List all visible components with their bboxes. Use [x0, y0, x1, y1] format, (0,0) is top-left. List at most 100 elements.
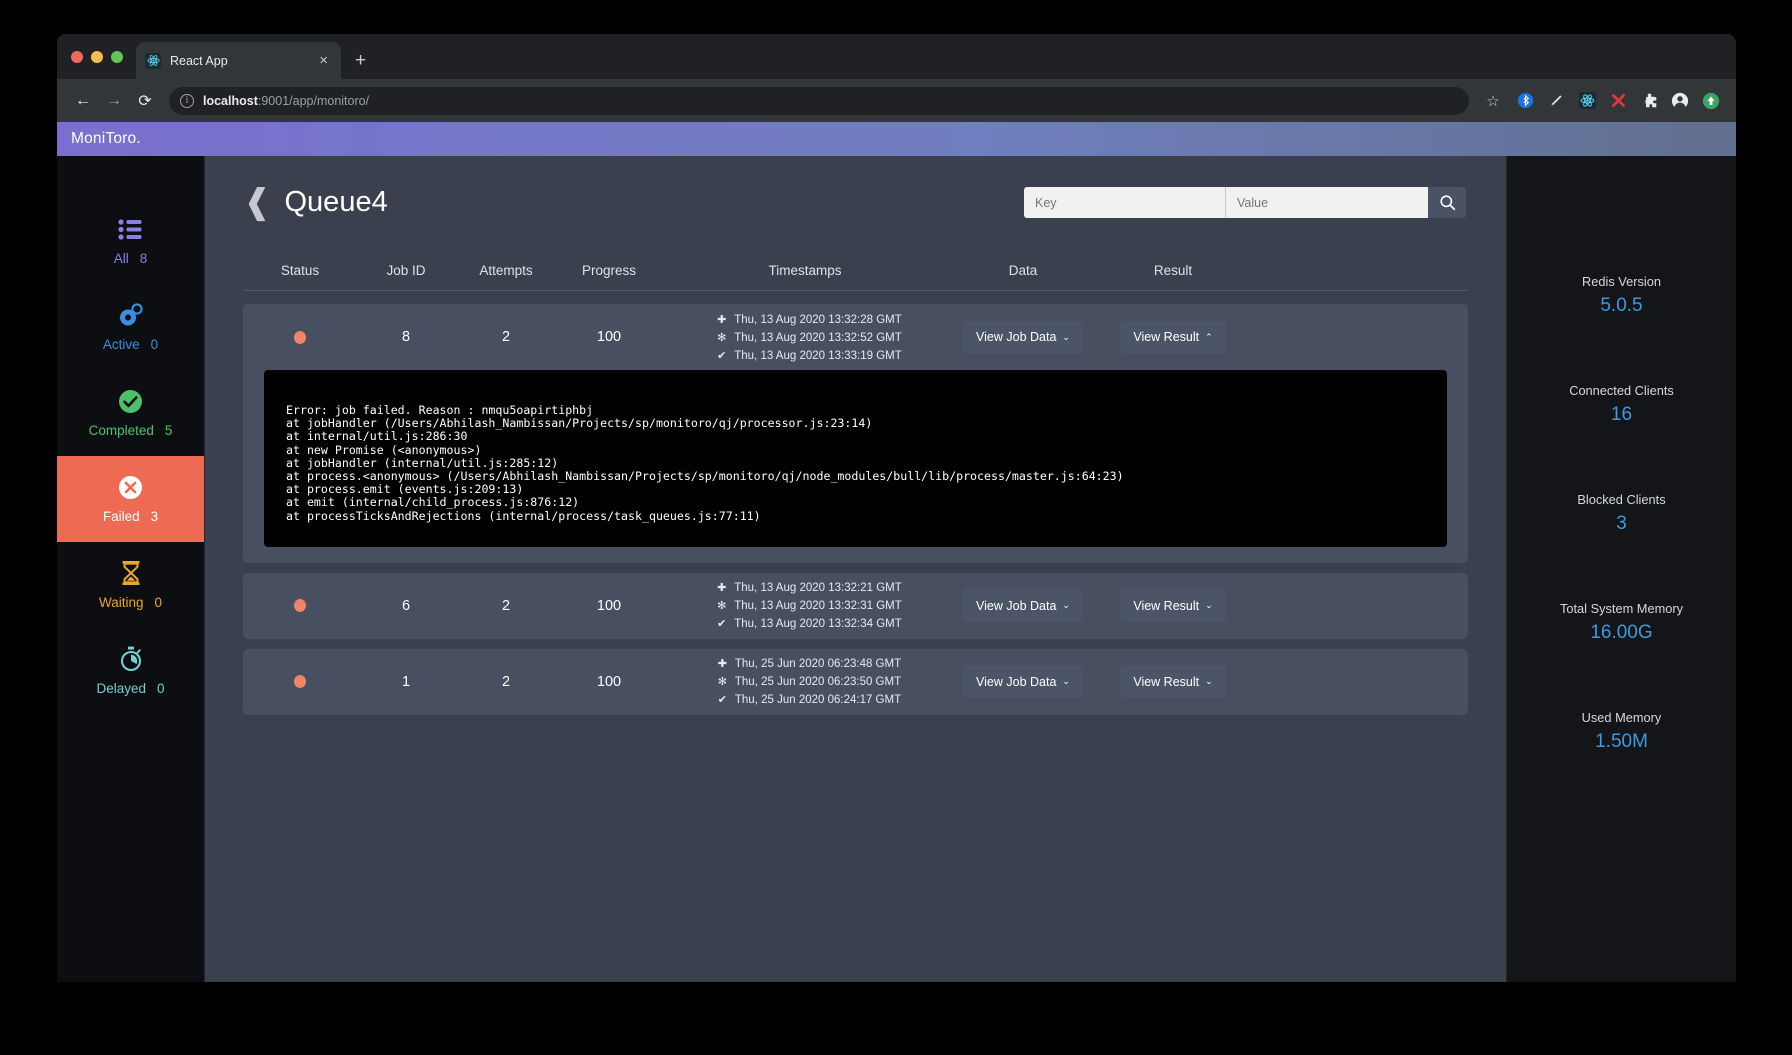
back-button[interactable]: ←: [69, 87, 97, 115]
stat-item: Connected Clients 16: [1507, 383, 1736, 426]
stat-value: 16: [1610, 404, 1633, 425]
timestamp: ✚ Thu, 25 Jun 2020 06:23:48 GMT: [717, 658, 902, 671]
view-result-button[interactable]: View Result ⌄: [1120, 589, 1226, 623]
data-cell: View Job Data ⌄: [948, 320, 1098, 354]
view-result-label: View Result: [1133, 598, 1200, 613]
chevron-up-icon: ⌃: [1205, 331, 1213, 342]
timestamp: ✚ Thu, 13 Aug 2020 13:32:28 GMT: [717, 313, 902, 326]
minimize-window-button[interactable]: [91, 51, 103, 63]
browser-toolbar: ← → ⟳ i localhost:9001/app/monitoro/ ☆: [57, 79, 1736, 122]
status-cell: [244, 675, 356, 689]
sidebar-label-completed: Completed 5: [88, 423, 173, 438]
app-topbar: MoniToro.: [57, 122, 1736, 156]
chevron-down-icon: ⌄: [1205, 600, 1213, 611]
created-icon: ✚: [717, 582, 727, 595]
pen-icon[interactable]: [1543, 88, 1569, 114]
view-job-data-label: View Job Data: [976, 598, 1057, 613]
bookmark-star-icon[interactable]: ☆: [1479, 87, 1507, 115]
chevron-down-icon: ⌄: [1205, 676, 1213, 687]
close-x-icon[interactable]: [1605, 88, 1631, 114]
chevron-down-icon: ⌄: [1062, 600, 1070, 611]
close-window-button[interactable]: [71, 51, 83, 63]
search-bar: [1024, 187, 1466, 218]
column-data: Data: [1008, 263, 1038, 278]
profile-icon[interactable]: [1667, 88, 1693, 114]
search-button[interactable]: [1428, 187, 1466, 218]
forward-button[interactable]: →: [100, 87, 128, 115]
browser-tab-strip: React App × +: [57, 34, 1736, 79]
gears-icon: [118, 302, 144, 328]
sidebar-item-all[interactable]: All 8: [57, 198, 204, 284]
react-devtools-icon[interactable]: [1574, 88, 1600, 114]
view-result-label: View Result: [1133, 330, 1200, 344]
status-badge: [294, 675, 306, 689]
stats-panel: Redis Version 5.0.5 Connected Clients 16 Blo…: [1506, 156, 1736, 982]
site-info-icon[interactable]: i: [180, 93, 194, 108]
progress-cell: 100: [596, 673, 622, 690]
processed-icon: ✻: [717, 676, 727, 689]
table-row: 6 2 100 ✚ Thu, 13 Aug 2020 13:32:21 GMT ✻ Thu,…: [243, 572, 1468, 639]
timestamp: ✻ Thu, 13 Aug 2020 13:32:31 GMT: [717, 600, 902, 613]
sidebar-label-all: All 8: [113, 251, 148, 266]
list-icon: [118, 216, 143, 242]
stat-item: Used Memory 1.50M: [1507, 710, 1736, 753]
new-tab-button[interactable]: +: [355, 51, 366, 70]
address-bar[interactable]: i localhost:9001/app/monitoro/: [169, 86, 1469, 115]
attempts-cell: 2: [501, 673, 511, 690]
stopwatch-icon: [119, 646, 143, 672]
status-badge: [294, 330, 306, 344]
sidebar-item-waiting[interactable]: Waiting 0: [57, 542, 204, 628]
column-result: Result: [1153, 263, 1193, 278]
table-header-row: Status Job ID Attempts Progress Timestam…: [244, 263, 1467, 291]
sidebar-label-active: Active 0: [102, 337, 159, 352]
processed-icon: ✻: [717, 600, 727, 613]
bluetooth-icon[interactable]: [1512, 88, 1538, 114]
job-summary: 6 2 100 ✚ Thu, 13 Aug 2020 13:32:21 GMT ✻ Thu,…: [244, 573, 1467, 639]
timestamp: ✻ Thu, 25 Jun 2020 06:23:50 GMT: [717, 676, 902, 689]
timestamps-cell: ✚ Thu, 13 Aug 2020 13:32:21 GMT ✻ Thu, 13 A…: [662, 581, 948, 630]
page-header: ❰ Queue4: [205, 156, 1506, 219]
close-tab-button[interactable]: ×: [315, 51, 332, 70]
view-job-data-button[interactable]: View Job Data ⌄: [963, 320, 1083, 354]
tab-title: React App: [170, 53, 228, 68]
attempts-cell: 2: [501, 329, 511, 345]
update-icon[interactable]: [1698, 88, 1724, 114]
stat-label: Connected Clients: [1569, 383, 1674, 398]
table-body: 8 2 100 ✚ Thu, 13 Aug 2020 13:32:28 GMT ✻ Thu,…: [243, 304, 1468, 715]
sidebar-item-completed[interactable]: Completed 5: [57, 370, 204, 456]
search-key-input[interactable]: [1024, 187, 1226, 218]
view-job-data-button[interactable]: View Job Data ⌄: [963, 589, 1083, 623]
browser-tab[interactable]: React App ×: [136, 42, 341, 79]
timestamp: ✻ Thu, 13 Aug 2020 13:32:52 GMT: [717, 331, 902, 344]
hourglass-icon: [120, 560, 142, 586]
sidebar-item-failed[interactable]: Failed 3: [57, 456, 204, 542]
timestamp: ✔ Thu, 13 Aug 2020 13:33:19 GMT: [717, 349, 902, 362]
view-job-data-label: View Job Data: [976, 330, 1057, 344]
search-value-input[interactable]: [1226, 187, 1428, 218]
view-result-button[interactable]: View Result ⌄: [1120, 665, 1226, 699]
status-cell: [244, 330, 356, 344]
stat-label: Total System Memory: [1559, 601, 1684, 616]
reload-button[interactable]: ⟳: [131, 87, 159, 115]
result-cell: View Result ⌃: [1098, 320, 1248, 354]
chevron-down-icon: ⌄: [1062, 676, 1070, 687]
window-controls: [71, 51, 123, 63]
job-id-cell: 8: [401, 329, 411, 345]
sidebar-item-active[interactable]: Active 0: [57, 284, 204, 370]
view-job-data-button[interactable]: View Job Data ⌄: [963, 665, 1083, 699]
chevron-down-icon: ⌄: [1062, 331, 1070, 342]
search-icon: [1439, 195, 1455, 211]
stat-label: Used Memory: [1581, 710, 1662, 725]
view-result-button[interactable]: View Result ⌃: [1120, 320, 1226, 354]
created-icon: ✚: [717, 658, 727, 671]
sidebar-label-waiting: Waiting 0: [98, 595, 163, 610]
maximize-window-button[interactable]: [111, 51, 123, 63]
sidebar-item-delayed[interactable]: Delayed 0: [57, 628, 204, 714]
react-logo-icon: [145, 52, 161, 69]
column-progress: Progress: [581, 263, 637, 278]
puzzle-piece-icon[interactable]: [1636, 88, 1662, 114]
stat-item: Total System Memory 16.00G: [1507, 601, 1736, 644]
status-cell: [244, 599, 356, 613]
data-cell: View Job Data ⌄: [948, 665, 1098, 699]
back-chevron-icon[interactable]: ❰: [243, 185, 272, 219]
